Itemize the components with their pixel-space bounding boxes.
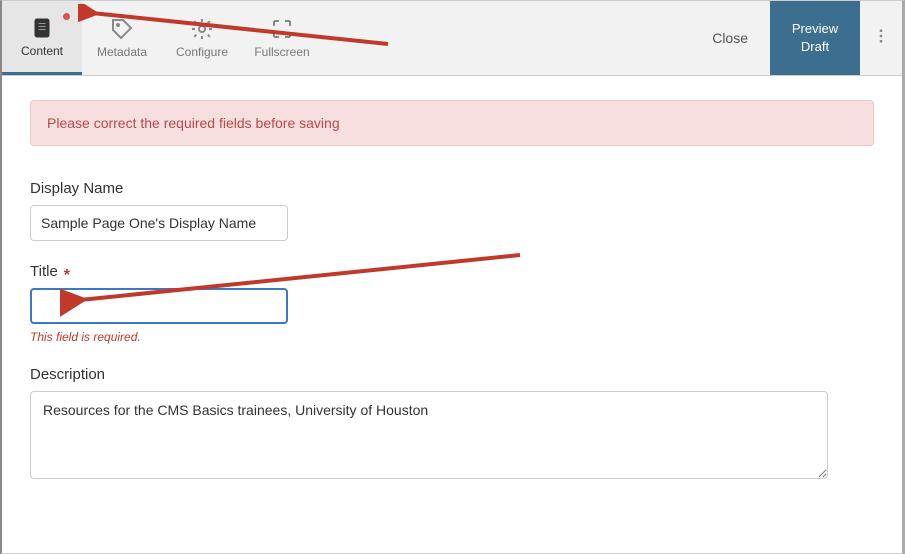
tag-icon (110, 17, 134, 41)
field-title: Title * This field is required. (30, 263, 874, 344)
field-display-name: Display Name (30, 180, 874, 241)
alert-text: Please correct the required fields befor… (47, 115, 340, 131)
fullscreen-icon (270, 17, 294, 41)
description-input[interactable] (30, 391, 828, 479)
preview-label-line2: Draft (801, 38, 829, 56)
editor-body: Please correct the required fields befor… (2, 76, 902, 553)
tab-label: Metadata (97, 45, 147, 59)
tab-fullscreen[interactable]: Fullscreen (242, 1, 322, 75)
tab-configure[interactable]: Configure (162, 1, 242, 75)
tab-label: Configure (176, 45, 228, 59)
preview-draft-button[interactable]: Preview Draft (770, 1, 860, 75)
error-indicator-dot (63, 13, 70, 20)
close-label: Close (712, 30, 748, 46)
validation-alert: Please correct the required fields befor… (30, 100, 874, 146)
title-input[interactable] (30, 288, 288, 324)
description-label: Description (30, 366, 105, 383)
field-description: Description (30, 366, 874, 484)
close-button[interactable]: Close (690, 1, 770, 75)
tab-content[interactable]: Content (2, 1, 82, 75)
title-error-message: This field is required. (30, 330, 874, 344)
tab-label: Content (21, 44, 63, 58)
editor-header: Content Metadata Configure Fullscreen Cl… (2, 1, 902, 76)
gear-icon (190, 17, 214, 41)
display-name-input[interactable] (30, 205, 288, 241)
more-menu-button[interactable] (860, 1, 902, 75)
header-spacer (322, 1, 690, 75)
tab-metadata[interactable]: Metadata (82, 1, 162, 75)
preview-label-line1: Preview (792, 20, 838, 38)
document-icon (30, 16, 54, 40)
tab-label: Fullscreen (254, 45, 309, 59)
display-name-label: Display Name (30, 180, 123, 197)
title-label: Title (30, 263, 58, 280)
more-vertical-icon (872, 27, 890, 50)
required-star: * (64, 267, 70, 285)
